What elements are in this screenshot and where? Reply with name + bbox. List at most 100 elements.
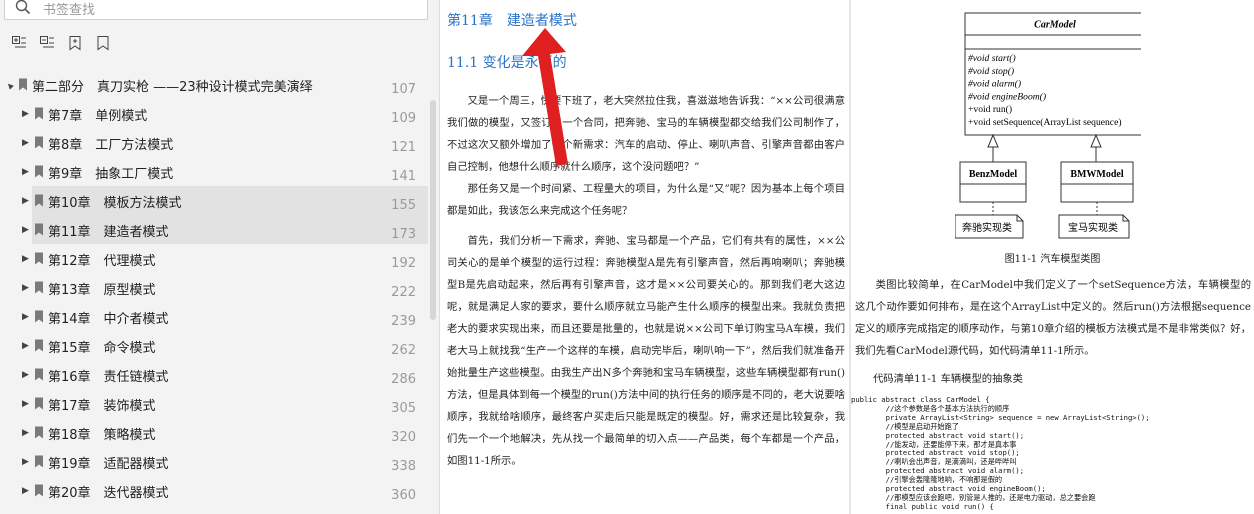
- bookmark-search-box[interactable]: 书签查找: [4, 0, 428, 20]
- toc-item-page: 262: [391, 343, 416, 358]
- toc-item-label: 第15章 命令模式: [48, 341, 156, 356]
- collapse-arrow-icon[interactable]: ▶: [22, 195, 32, 207]
- toc-item[interactable]: ▶ 第13章 原型模式 222: [0, 273, 428, 302]
- toc-item-label: 第16章 责任链模式: [48, 370, 169, 385]
- toc-item-page: 286: [391, 372, 416, 387]
- red-annotation-arrow-icon: [522, 28, 568, 166]
- toc-item[interactable]: ▶ 第11章 建造者模式 173: [22, 215, 428, 244]
- toc-item[interactable]: ▶ 第12章 代理模式 192: [0, 244, 428, 273]
- collapse-arrow-icon[interactable]: ▶: [22, 224, 32, 236]
- toc-item-page: 222: [391, 285, 416, 300]
- uml-note-benz-text: 奔驰实现类: [962, 221, 1012, 234]
- collapse-arrow-icon[interactable]: ▶: [22, 340, 32, 352]
- inherit-arrow-bmw: [1090, 133, 1102, 148]
- bookmark-icon: [35, 136, 43, 149]
- uml-method: #void alarm(): [968, 79, 1021, 90]
- add-bookmark-icon: [69, 36, 81, 51]
- expand-all-button[interactable]: [10, 34, 28, 52]
- bookmark-button[interactable]: [94, 34, 112, 52]
- toc-item[interactable]: ▶ 第16章 责任链模式 286: [0, 360, 428, 389]
- collapse-arrow-icon[interactable]: ▶: [22, 369, 32, 381]
- toc-item-label: 第17章 装饰模式: [48, 399, 156, 414]
- bookmark-icon: [35, 194, 43, 207]
- toc-item[interactable]: ▶ 第7章 单例模式 109: [0, 99, 428, 128]
- uml-attributes-box: [964, 34, 1141, 50]
- toc-item[interactable]: ▶ 第9章 抽象工厂模式 141: [0, 157, 428, 186]
- expand-arrow-icon[interactable]: ▲: [5, 79, 17, 91]
- collapse-arrow-icon[interactable]: ▶: [22, 137, 32, 149]
- toc-item[interactable]: ▶ 第20章 迭代器模式 360: [0, 476, 428, 505]
- bookmark-icon: [35, 455, 43, 468]
- expand-all-icon: [12, 36, 26, 48]
- collapse-arrow-icon[interactable]: ▶: [22, 253, 32, 265]
- collapse-arrow-icon[interactable]: ▶: [22, 398, 32, 410]
- uml-method: +void run(): [968, 104, 1012, 115]
- inherit-arrow-benz: [987, 133, 999, 148]
- toc-item-page: 121: [391, 140, 416, 155]
- figure-caption: 图11-1 汽车模型类图: [1004, 254, 1101, 265]
- bookmark-icon: [35, 339, 43, 352]
- toc-item[interactable]: ▶ 第18章 策略模式 320: [0, 418, 428, 447]
- toc-item-label: 第12章 代理模式: [48, 254, 156, 269]
- bookmark-sidebar: 书签查找 ▲ 第二部分 真刀实枪 ——23种设计模式完美演绎 107 ▶ 第7章…: [0, 0, 440, 514]
- collapse-arrow-icon[interactable]: ▶: [22, 485, 32, 497]
- uml-benz-name: BenzModel: [969, 169, 1018, 180]
- class-diagram: CarModel #void start() #void stop() #void …: [955, 12, 1141, 239]
- bookmark-icon: [35, 397, 43, 410]
- paragraph-4: 类图比较简单，在CarModel中我们定义了一个setSequence方法，车辆…: [855, 279, 1251, 357]
- uml-method: #void start(): [968, 53, 1016, 64]
- uml-class-name: CarModel: [1034, 20, 1076, 31]
- toc-item[interactable]: ▶ 第8章 工厂方法模式 121: [0, 128, 428, 157]
- toc-item-label: 第10章 模板方法模式: [48, 196, 182, 211]
- pdf-reader-window: 书签查找 ▲ 第二部分 真刀实枪 ——23种设计模式完美演绎 107 ▶ 第7章…: [0, 0, 1254, 514]
- bookmark-icon: [35, 484, 43, 497]
- bookmark-icon: [35, 223, 43, 236]
- collapse-arrow-icon[interactable]: ▶: [22, 456, 32, 468]
- bookmark-icon: [19, 78, 27, 91]
- uml-method: #void stop(): [968, 66, 1014, 77]
- document-page-right: CarModel #void start() #void stop() #void …: [851, 0, 1254, 514]
- paragraph-2: 那任务又是一个时间紧、工程量大的项目，为什么是“又”呢？因为基本上每个项目都是如…: [447, 183, 845, 217]
- chapter-title: 第11章 建造者模式: [447, 13, 577, 29]
- bookmark-icon: [35, 310, 43, 323]
- collapse-arrow-icon[interactable]: ▶: [22, 282, 32, 294]
- collapse-arrow-icon[interactable]: ▶: [22, 108, 32, 120]
- collapse-all-icon: [40, 36, 54, 48]
- bookmark-icon: [35, 426, 43, 439]
- toc-item[interactable]: ▶ 第17章 装饰模式 305: [0, 389, 428, 418]
- collapse-arrow-icon[interactable]: ▶: [22, 427, 32, 439]
- toc-item-label: 第19章 适配器模式: [48, 457, 169, 472]
- toc-item-page: 109: [391, 111, 416, 126]
- bookmark-toolbar: [10, 34, 112, 56]
- toc-item[interactable]: ▲ 第二部分 真刀实枪 ——23种设计模式完美演绎 107: [0, 70, 428, 99]
- toc-item[interactable]: ▶ 第19章 适配器模式 338: [0, 447, 428, 476]
- uml-bmw-name: BMWModel: [1070, 169, 1124, 180]
- toc-item-page: 141: [391, 169, 416, 184]
- bookmark-tree: ▲ 第二部分 真刀实枪 ——23种设计模式完美演绎 107 ▶ 第7章 单例模式 109 ▶…: [0, 70, 428, 505]
- sidebar-scrollbar[interactable]: [430, 100, 436, 320]
- toc-item-label: 第18章 策略模式: [48, 428, 156, 443]
- toc-item-label: 第14章 中介者模式: [48, 312, 169, 327]
- toc-item[interactable]: ▶ 第14章 中介者模式 239: [0, 302, 428, 331]
- document-page-left: 第11章 建造者模式 11.1 变化是永恒的 又是一个周三，快要下班了，老大突然…: [441, 0, 849, 514]
- toc-item-page: 155: [391, 198, 416, 213]
- uml-method: #void engineBoom(): [968, 91, 1046, 102]
- search-input[interactable]: 书签查找: [43, 0, 95, 18]
- toc-item-label: 第9章 抽象工厂模式: [48, 167, 174, 182]
- add-bookmark-button[interactable]: [66, 34, 84, 52]
- collapse-arrow-icon[interactable]: ▶: [22, 166, 32, 178]
- code-line: final public void run() {: [851, 501, 994, 511]
- bookmark-icon: [35, 281, 43, 294]
- toc-item-page: 239: [391, 314, 416, 329]
- search-icon: [15, 0, 31, 15]
- bookmark-icon: [97, 36, 109, 51]
- bookmark-icon: [35, 107, 43, 120]
- collapse-arrow-icon[interactable]: ▶: [22, 311, 32, 323]
- toc-item-label: 第20章 迭代器模式: [48, 486, 169, 501]
- paragraph-3: 首先，我们分析一下需求，奔驰、宝马都是一个产品，它们有共有的属性，××公司关心的…: [447, 235, 845, 467]
- toc-item[interactable]: ▶ 第15章 命令模式 262: [0, 331, 428, 360]
- bookmark-icon: [35, 252, 43, 265]
- paragraph-1: 又是一个周三，快要下班了，老大突然拉住我，喜滋滋地告诉我：“××公司很满意我们做…: [447, 95, 845, 173]
- toc-item[interactable]: ▶ 第10章 模板方法模式 155: [22, 186, 428, 215]
- collapse-all-button[interactable]: [38, 34, 56, 52]
